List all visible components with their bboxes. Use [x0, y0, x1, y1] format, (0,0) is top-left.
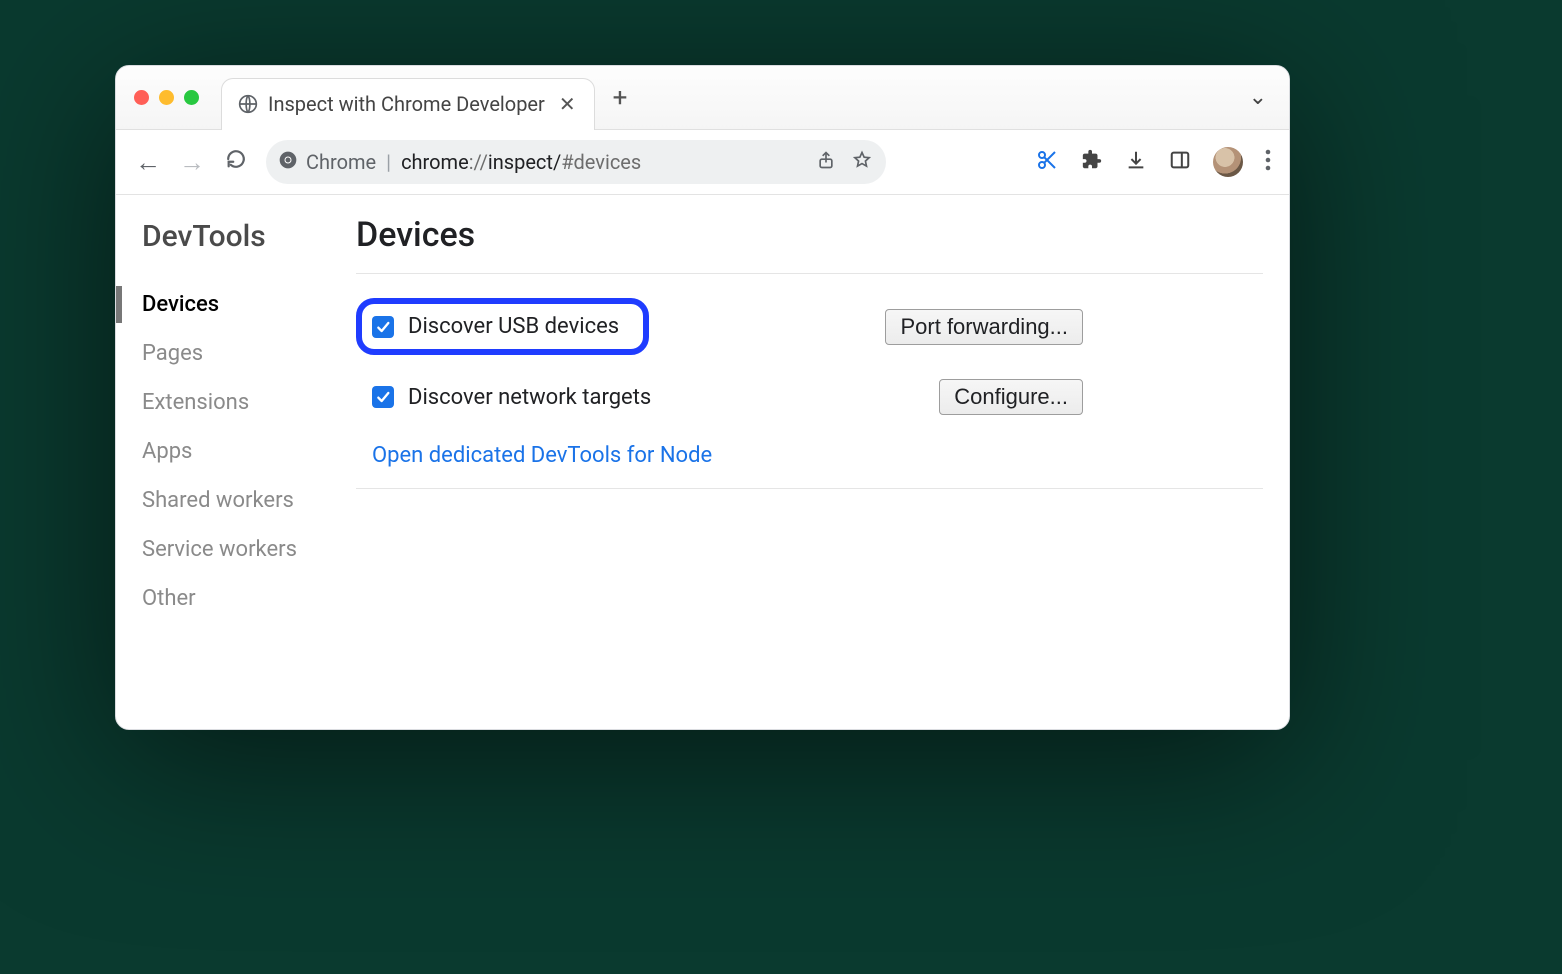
checkbox-discover-usb[interactable] [372, 316, 394, 338]
omnibox-divider: | [386, 150, 391, 174]
profile-avatar[interactable] [1213, 147, 1243, 177]
label-discover-network: Discover network targets [408, 385, 651, 410]
row-discover-usb: Discover USB devices Port forwarding... [356, 286, 1263, 367]
configure-button[interactable]: Configure... [939, 379, 1083, 415]
sidebar-item-devices[interactable]: Devices [142, 280, 356, 329]
browser-tab[interactable]: Inspect with Chrome Developer ✕ [221, 78, 595, 130]
site-chip[interactable]: Chrome [278, 150, 376, 175]
sidebar-item-service-workers[interactable]: Service workers [142, 525, 356, 574]
chrome-logo-icon [278, 150, 298, 175]
port-forwarding-button[interactable]: Port forwarding... [885, 309, 1083, 345]
toolbar: ← → Chrome | chrome://inspect/#devices [116, 130, 1289, 195]
section-divider [356, 488, 1263, 489]
back-button[interactable]: ← [134, 147, 162, 178]
new-tab-button[interactable]: + [613, 83, 628, 113]
reload-button[interactable] [222, 147, 250, 177]
sidebar-item-pages[interactable]: Pages [142, 329, 356, 378]
tab-title: Inspect with Chrome Developer [268, 92, 545, 116]
side-panel-icon[interactable] [1169, 149, 1191, 175]
close-tab-icon[interactable]: ✕ [555, 90, 580, 118]
share-icon[interactable] [816, 150, 836, 175]
label-discover-usb: Discover USB devices [408, 314, 619, 339]
tabs-dropdown-icon[interactable]: ⌄ [1249, 85, 1267, 110]
sidebar-item-extensions[interactable]: Extensions [142, 378, 356, 427]
sidebar-item-shared-workers[interactable]: Shared workers [142, 476, 356, 525]
sidebar: DevTools Devices Pages Extensions Apps S… [116, 195, 356, 729]
omnibox[interactable]: Chrome | chrome://inspect/#devices [266, 140, 886, 184]
main-heading: Devices [356, 215, 1263, 274]
sidebar-heading: DevTools [142, 219, 356, 254]
titlebar: Inspect with Chrome Developer ✕ + ⌄ [116, 66, 1289, 130]
browser-window: Inspect with Chrome Developer ✕ + ⌄ ← → … [115, 65, 1290, 730]
url-text: chrome://inspect/#devices [401, 150, 641, 174]
maximize-window-button[interactable] [184, 90, 199, 105]
bookmark-star-icon[interactable] [852, 150, 872, 175]
downloads-icon[interactable] [1125, 149, 1147, 175]
globe-icon [238, 94, 258, 114]
main-panel: Devices Discover USB devices Port forwar… [356, 195, 1289, 729]
forward-button[interactable]: → [178, 147, 206, 178]
minimize-window-button[interactable] [159, 90, 174, 105]
site-chip-label: Chrome [306, 150, 376, 174]
kebab-menu-icon[interactable] [1265, 149, 1271, 175]
close-window-button[interactable] [134, 90, 149, 105]
sidebar-item-apps[interactable]: Apps [142, 427, 356, 476]
extensions-icon[interactable] [1081, 149, 1103, 175]
sidebar-item-other[interactable]: Other [142, 574, 356, 623]
page-content: DevTools Devices Pages Extensions Apps S… [116, 195, 1289, 729]
highlight-box: Discover USB devices [356, 298, 649, 355]
traffic-lights [134, 90, 199, 105]
checkbox-discover-network[interactable] [372, 386, 394, 408]
open-devtools-node-link[interactable]: Open dedicated DevTools for Node [356, 427, 1263, 484]
scissors-icon[interactable] [1035, 148, 1059, 176]
row-discover-network: Discover network targets Configure... [356, 367, 1263, 427]
toolbar-actions [1035, 147, 1271, 177]
